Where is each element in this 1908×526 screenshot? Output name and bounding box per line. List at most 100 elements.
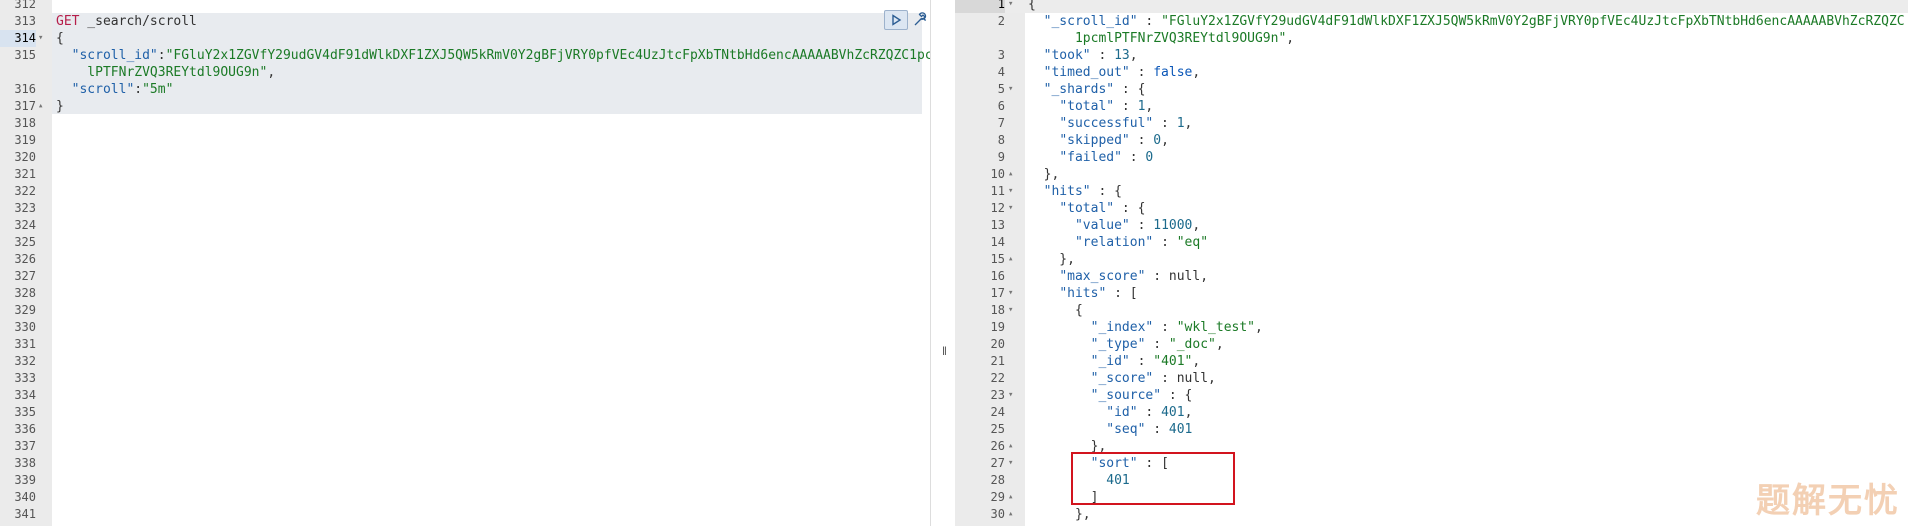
line-number: 312 [14, 0, 36, 11]
code-token: : [1153, 116, 1177, 131]
pane-splitter[interactable] [930, 0, 957, 526]
response-viewer[interactable]: 1 ▾{2 "_scroll_id" : "FGluY2x1ZGVfY29udGV… [955, 0, 1908, 526]
fold-close-icon[interactable]: ▴ [1008, 251, 1018, 268]
code-line[interactable]: 329 [0, 302, 930, 319]
splitter-handle[interactable]: ‖ [942, 344, 947, 358]
fold-close-icon[interactable]: ▴ [38, 98, 48, 115]
fold-close-icon[interactable]: ▴ [1008, 438, 1018, 455]
code-line[interactable]: 328 [0, 285, 930, 302]
code-line[interactable]: 326 [0, 251, 930, 268]
code-line[interactable]: 325 [0, 234, 930, 251]
code-line[interactable]: 17 ▾ "hits" : [ [955, 285, 1908, 302]
code-line[interactable]: 20 "_type" : "_doc", [955, 336, 1908, 353]
code-line[interactable]: 330 [0, 319, 930, 336]
code-line[interactable]: 316 "scroll":"5m" [0, 81, 930, 98]
code-line[interactable]: 322 [0, 183, 930, 200]
code-line[interactable]: 6 "total" : 1, [955, 98, 1908, 115]
code-line[interactable]: 4 "timed_out" : false, [955, 64, 1908, 81]
code-line[interactable]: 11 ▾ "hits" : { [955, 183, 1908, 200]
line-number: 323 [14, 201, 36, 215]
fold-open-icon[interactable]: ▾ [1008, 200, 1018, 217]
line-number: 336 [14, 422, 36, 436]
code-line[interactable]: 23 ▾ "_source" : { [955, 387, 1908, 404]
code-line[interactable]: 13 "value" : 11000, [955, 217, 1908, 234]
request-settings-button[interactable] [910, 10, 930, 30]
code-line[interactable]: 315 "scroll_id":"FGluY2x1ZGVfY29udGV4dF9… [0, 47, 930, 64]
code-line[interactable]: 313 GET _search/scroll [0, 13, 930, 30]
code-line[interactable]: 10 ▴ }, [955, 166, 1908, 183]
fold-open-icon[interactable]: ▾ [1008, 455, 1018, 472]
code-line[interactable]: 7 "successful" : 1, [955, 115, 1908, 132]
code-line[interactable]: 312 [0, 0, 930, 13]
code-line[interactable]: 324 [0, 217, 930, 234]
request-lines: 312 313 GET _search/scroll 314 ▾ {315 "scroll… [0, 0, 930, 523]
code-line[interactable]: 333 [0, 370, 930, 387]
line-number: 337 [14, 439, 36, 453]
code-line[interactable]: 331 [0, 336, 930, 353]
code-line[interactable]: 334 [0, 387, 930, 404]
code-token: : [1145, 422, 1169, 437]
code-line[interactable]: 314 ▾ { [0, 30, 930, 47]
fold-open-icon[interactable]: ▾ [38, 30, 48, 47]
fold-open-icon[interactable]: ▾ [1008, 0, 1018, 13]
code-line[interactable]: 19 "_index" : "wkl_test", [955, 319, 1908, 336]
fold-close-icon[interactable]: ▴ [1008, 489, 1018, 506]
code-token: "failed" [1059, 150, 1122, 165]
code-line[interactable]: 338 [0, 455, 930, 472]
code-token: "took" [1043, 48, 1091, 63]
code-token: : { [1161, 388, 1193, 403]
code-token: "skipped" [1059, 133, 1130, 148]
line-number: 20 [990, 337, 1005, 351]
code-line[interactable]: 18 ▾ { [955, 302, 1908, 319]
code-token: 0 [1153, 133, 1162, 148]
run-request-button[interactable] [884, 10, 908, 30]
code-line[interactable]: 22 "_score" : null, [955, 370, 1908, 387]
code-token: }, [1028, 507, 1091, 522]
code-line[interactable]: 317 ▴} [0, 98, 930, 115]
code-line[interactable]: 321 [0, 166, 930, 183]
code-line[interactable]: 2 "_scroll_id" : "FGluY2x1ZGVfY29udGV4dF… [955, 13, 1908, 30]
code-line[interactable]: 341 [0, 506, 930, 523]
code-line[interactable]: 318 [0, 115, 930, 132]
code-text: "hits" : { [1028, 183, 1122, 200]
code-token: 401 [1168, 422, 1193, 437]
request-editor[interactable]: 312 313 GET _search/scroll 314 ▾ {315 "scroll… [0, 0, 930, 526]
code-line[interactable]: 14 "relation" : "eq" [955, 234, 1908, 251]
code-line[interactable]: 12 ▾ "total" : { [955, 200, 1908, 217]
code-token: "value" [1074, 218, 1130, 233]
line-number: 313 [14, 14, 36, 28]
code-line[interactable]: 327 [0, 268, 930, 285]
line-number: 331 [14, 337, 36, 351]
code-line[interactable]: 16 "max_score" : null, [955, 268, 1908, 285]
code-line[interactable]: 1pcmlPTFNrZVQ3REYtdl9OUG9n", [955, 30, 1908, 47]
code-line[interactable]: 15 ▴ }, [955, 251, 1908, 268]
code-line[interactable]: 339 [0, 472, 930, 489]
code-line[interactable]: 24 "id" : 401, [955, 404, 1908, 421]
code-line[interactable]: lPTFNrZVQ3REYtdl9OUG9n", [0, 64, 930, 81]
code-line[interactable]: 1 ▾ { [955, 0, 1908, 13]
code-line[interactable]: 340 [0, 489, 930, 506]
code-line[interactable]: 319 [0, 132, 930, 149]
code-line[interactable]: 323 [0, 200, 930, 217]
code-line[interactable]: 8 "skipped" : 0, [955, 132, 1908, 149]
code-line[interactable]: 25 "seq" : 401 [955, 421, 1908, 438]
code-line[interactable]: 337 [0, 438, 930, 455]
fold-close-icon[interactable]: ▴ [1008, 166, 1018, 183]
fold-open-icon[interactable]: ▾ [1008, 387, 1018, 404]
fold-close-icon[interactable]: ▴ [1008, 506, 1018, 523]
fold-open-icon[interactable]: ▾ [1008, 183, 1018, 200]
code-line[interactable]: 332 [0, 353, 930, 370]
code-line[interactable]: 335 [0, 404, 930, 421]
code-line[interactable]: 21 "_id" : "401", [955, 353, 1908, 370]
code-token: "401" [1153, 354, 1193, 369]
code-line[interactable]: 9 "failed" : 0 [955, 149, 1908, 166]
code-line[interactable]: 3 "took" : 13, [955, 47, 1908, 64]
code-line[interactable]: 5 ▾ "_shards" : { [955, 81, 1908, 98]
code-line[interactable]: 320 [0, 149, 930, 166]
code-line[interactable]: 336 [0, 421, 930, 438]
fold-open-icon[interactable]: ▾ [1008, 81, 1018, 98]
fold-open-icon[interactable]: ▾ [1008, 285, 1018, 302]
fold-open-icon[interactable]: ▾ [1008, 302, 1018, 319]
